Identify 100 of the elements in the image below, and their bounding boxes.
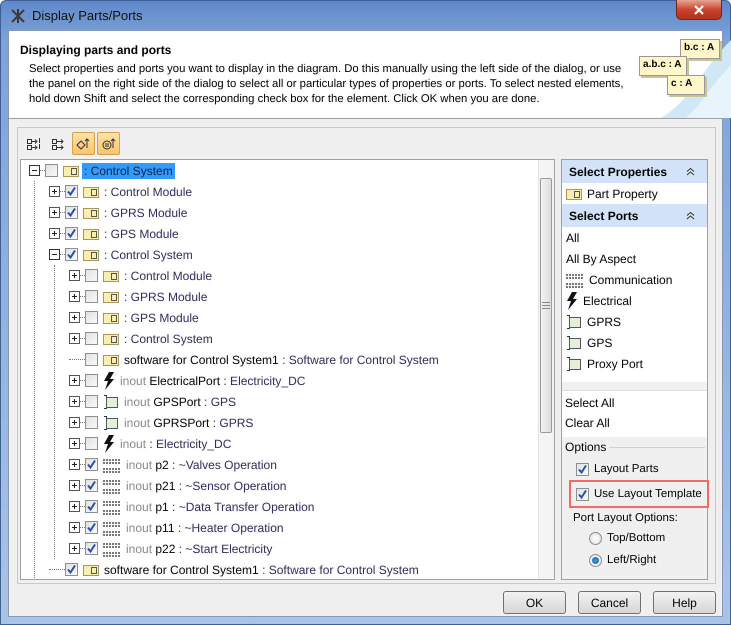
expand-toggle[interactable] <box>69 438 80 449</box>
tree-item[interactable]: inout ElectricalPort : Electricity_DC <box>118 372 308 388</box>
tree-item[interactable]: : Control System <box>102 246 195 262</box>
checkbox[interactable] <box>85 374 98 387</box>
expand-toggle[interactable] <box>69 543 80 554</box>
checkbox[interactable] <box>65 185 78 198</box>
checkbox[interactable] <box>85 332 98 345</box>
filter-item[interactable]: Proxy Port <box>587 356 644 370</box>
tree-item[interactable]: : GPS Module <box>102 226 181 242</box>
filter-item[interactable]: GPRS <box>587 314 622 328</box>
radio-button[interactable] <box>589 532 602 544</box>
tree-item[interactable]: inout p2 : ~Valves Operation <box>124 456 279 472</box>
dialog-button[interactable]: Help <box>653 591 716 614</box>
plus-icon <box>70 292 79 301</box>
tree-item[interactable]: inout p21 : ~Sensor Operation <box>124 478 288 494</box>
checkbox[interactable] <box>65 227 78 240</box>
dialog-button[interactable]: Cancel <box>578 591 641 614</box>
expand-toggle[interactable] <box>69 270 80 281</box>
collapse-icon[interactable] <box>686 211 695 220</box>
checkbox[interactable] <box>85 269 98 282</box>
scroll-thumb[interactable] <box>540 178 552 433</box>
expand-toggle[interactable] <box>69 291 80 302</box>
tree-item[interactable]: inout GPRSPort : GPRS <box>122 414 256 430</box>
port-icon <box>566 334 582 350</box>
tree-item[interactable]: inout : Electricity_DC <box>118 436 234 452</box>
radio-button[interactable] <box>589 554 602 566</box>
dialog-button[interactable]: OK <box>503 591 566 614</box>
note-label: a.b.c : A <box>639 56 687 76</box>
expand-toggle[interactable] <box>69 312 80 323</box>
checkbox[interactable] <box>576 488 589 500</box>
dialog-heading: Displaying parts and ports <box>20 43 172 57</box>
tree-item[interactable]: inout GPSPort : GPS <box>122 394 238 410</box>
expand-toggle[interactable] <box>69 396 80 407</box>
tree-item[interactable]: inout p11 : ~Heater Operation <box>124 520 286 536</box>
action-link[interactable]: Select All <box>565 393 707 413</box>
checkbox[interactable] <box>85 311 98 324</box>
checkbox[interactable] <box>85 458 98 471</box>
section-header[interactable]: Select Ports <box>562 204 707 227</box>
checkbox-label[interactable]: Use Layout Template <box>594 488 702 500</box>
tree-item[interactable]: : GPS Module <box>122 310 201 326</box>
toolbar-button[interactable] <box>97 132 120 154</box>
close-button[interactable] <box>676 0 722 20</box>
expand-toggle[interactable] <box>49 207 60 218</box>
checkbox[interactable] <box>65 248 78 261</box>
checkbox[interactable] <box>85 479 98 492</box>
options-label: Port Layout Options: <box>572 512 679 524</box>
collapse-icon[interactable] <box>686 167 695 176</box>
filter-item[interactable]: Communication <box>589 272 672 286</box>
expand-toggle[interactable] <box>69 459 80 470</box>
action-link[interactable]: Clear All <box>565 413 707 433</box>
plus-icon <box>70 502 79 511</box>
expand-toggle[interactable] <box>69 375 80 386</box>
checkbox[interactable] <box>65 563 78 576</box>
note-label: c : A <box>667 75 705 95</box>
tree-item[interactable]: : Control System <box>122 330 215 346</box>
tree-item[interactable]: : Control Module <box>102 184 194 200</box>
tree-item[interactable]: inout p1 : ~Data Transfer Operation <box>124 498 316 514</box>
checkbox[interactable] <box>85 290 98 303</box>
checkbox-label[interactable]: Layout Parts <box>594 463 659 475</box>
expand-toggle[interactable] <box>69 501 80 512</box>
filter-item[interactable]: All <box>566 230 580 244</box>
checkbox[interactable] <box>85 353 98 366</box>
tree-item[interactable]: : GPRS Module <box>102 204 190 220</box>
expand-toggle[interactable] <box>69 333 80 344</box>
checkbox[interactable] <box>85 500 98 513</box>
checkbox[interactable] <box>45 164 58 177</box>
filter-item[interactable]: GPS <box>587 336 612 350</box>
double-chevron-up-icon <box>686 167 695 176</box>
tree-item[interactable]: software for Control System1 : Software for Control System <box>122 352 441 368</box>
tree-item[interactable]: inout p22 : ~Start Electricity <box>124 540 274 556</box>
radio-label[interactable]: Top/Bottom <box>607 532 666 544</box>
section-header[interactable]: Select Properties <box>562 160 707 183</box>
checkbox[interactable] <box>85 542 98 555</box>
toolbar-button[interactable] <box>72 132 95 154</box>
checkbox[interactable] <box>576 462 589 476</box>
checkbox[interactable] <box>85 521 98 534</box>
collapse-toggle[interactable] <box>49 249 60 260</box>
filter-item[interactable]: Part Property <box>587 186 658 200</box>
box-icon <box>83 186 99 198</box>
checkbox[interactable] <box>85 395 98 408</box>
tree-item[interactable]: software for Control System1 : Software for Control System <box>102 562 421 578</box>
expand-toggle[interactable] <box>69 522 80 533</box>
expand-toggle[interactable] <box>69 480 80 491</box>
expand-toggle[interactable] <box>49 228 60 239</box>
collapse-toggle[interactable] <box>29 165 40 176</box>
scrollbar[interactable] <box>538 160 554 579</box>
tree-item[interactable]: : Control Module <box>122 268 214 284</box>
radio-label[interactable]: Left/Right <box>607 554 656 566</box>
checkbox[interactable] <box>85 416 98 429</box>
filter-item[interactable]: All By Aspect <box>566 252 636 266</box>
expand-toggle[interactable] <box>49 186 60 197</box>
box-icon <box>103 290 119 302</box>
box-icon <box>83 206 99 218</box>
tree-item[interactable]: : GPRS Module <box>122 288 210 304</box>
plus-icon <box>70 460 79 469</box>
checkbox[interactable] <box>65 206 78 219</box>
filter-item[interactable]: Electrical <box>583 294 632 308</box>
expand-toggle[interactable] <box>69 417 80 428</box>
tree-item[interactable]: : Control System <box>82 162 175 178</box>
checkbox[interactable] <box>85 437 98 450</box>
